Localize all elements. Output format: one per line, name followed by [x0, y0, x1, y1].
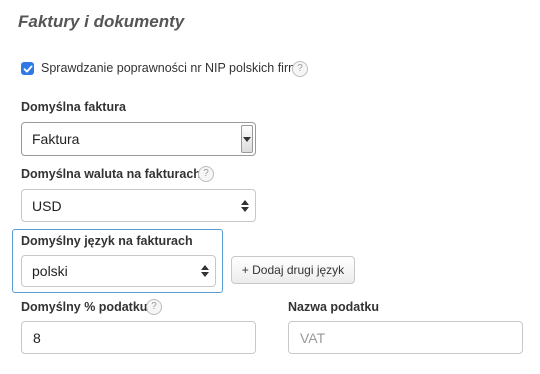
default-invoice-label: Domyślna faktura [21, 100, 126, 114]
default-language-value: polski [32, 263, 68, 279]
default-currency-value: USD [32, 197, 62, 214]
default-language-label: Domyślny język na fakturach [21, 234, 193, 248]
nip-check-checkbox[interactable] [21, 62, 34, 75]
tax-percent-input[interactable]: 8 [21, 321, 256, 354]
default-currency-select[interactable]: USD [21, 189, 256, 222]
tax-name-input[interactable]: VAT [288, 321, 523, 354]
chevron-down-icon [243, 136, 251, 142]
checkmark-icon [23, 65, 32, 72]
default-invoice-value: Faktura [32, 131, 80, 147]
tax-name-label: Nazwa podatku [288, 300, 379, 314]
add-second-language-button[interactable]: + Dodaj drugi język [231, 256, 355, 284]
help-icon[interactable]: ? [292, 61, 308, 77]
select-arrows-icon [201, 265, 209, 277]
default-language-select[interactable]: polski [21, 255, 216, 287]
nip-check-label: Sprawdzanie poprawności nr NIP polskich … [41, 61, 299, 75]
select-arrows-icon [241, 199, 249, 212]
default-invoice-select[interactable]: Faktura [21, 122, 256, 156]
tax-percent-value: 8 [33, 329, 41, 346]
tax-percent-label: Domyślny % podatku [21, 300, 148, 314]
help-icon[interactable]: ? [198, 166, 214, 182]
section-title: Faktury i dokumenty [18, 12, 185, 31]
tax-name-placeholder: VAT [300, 329, 326, 346]
default-currency-label: Domyślna waluta na fakturach [21, 167, 201, 181]
help-icon[interactable]: ? [146, 299, 162, 315]
dropdown-button[interactable] [241, 125, 253, 153]
